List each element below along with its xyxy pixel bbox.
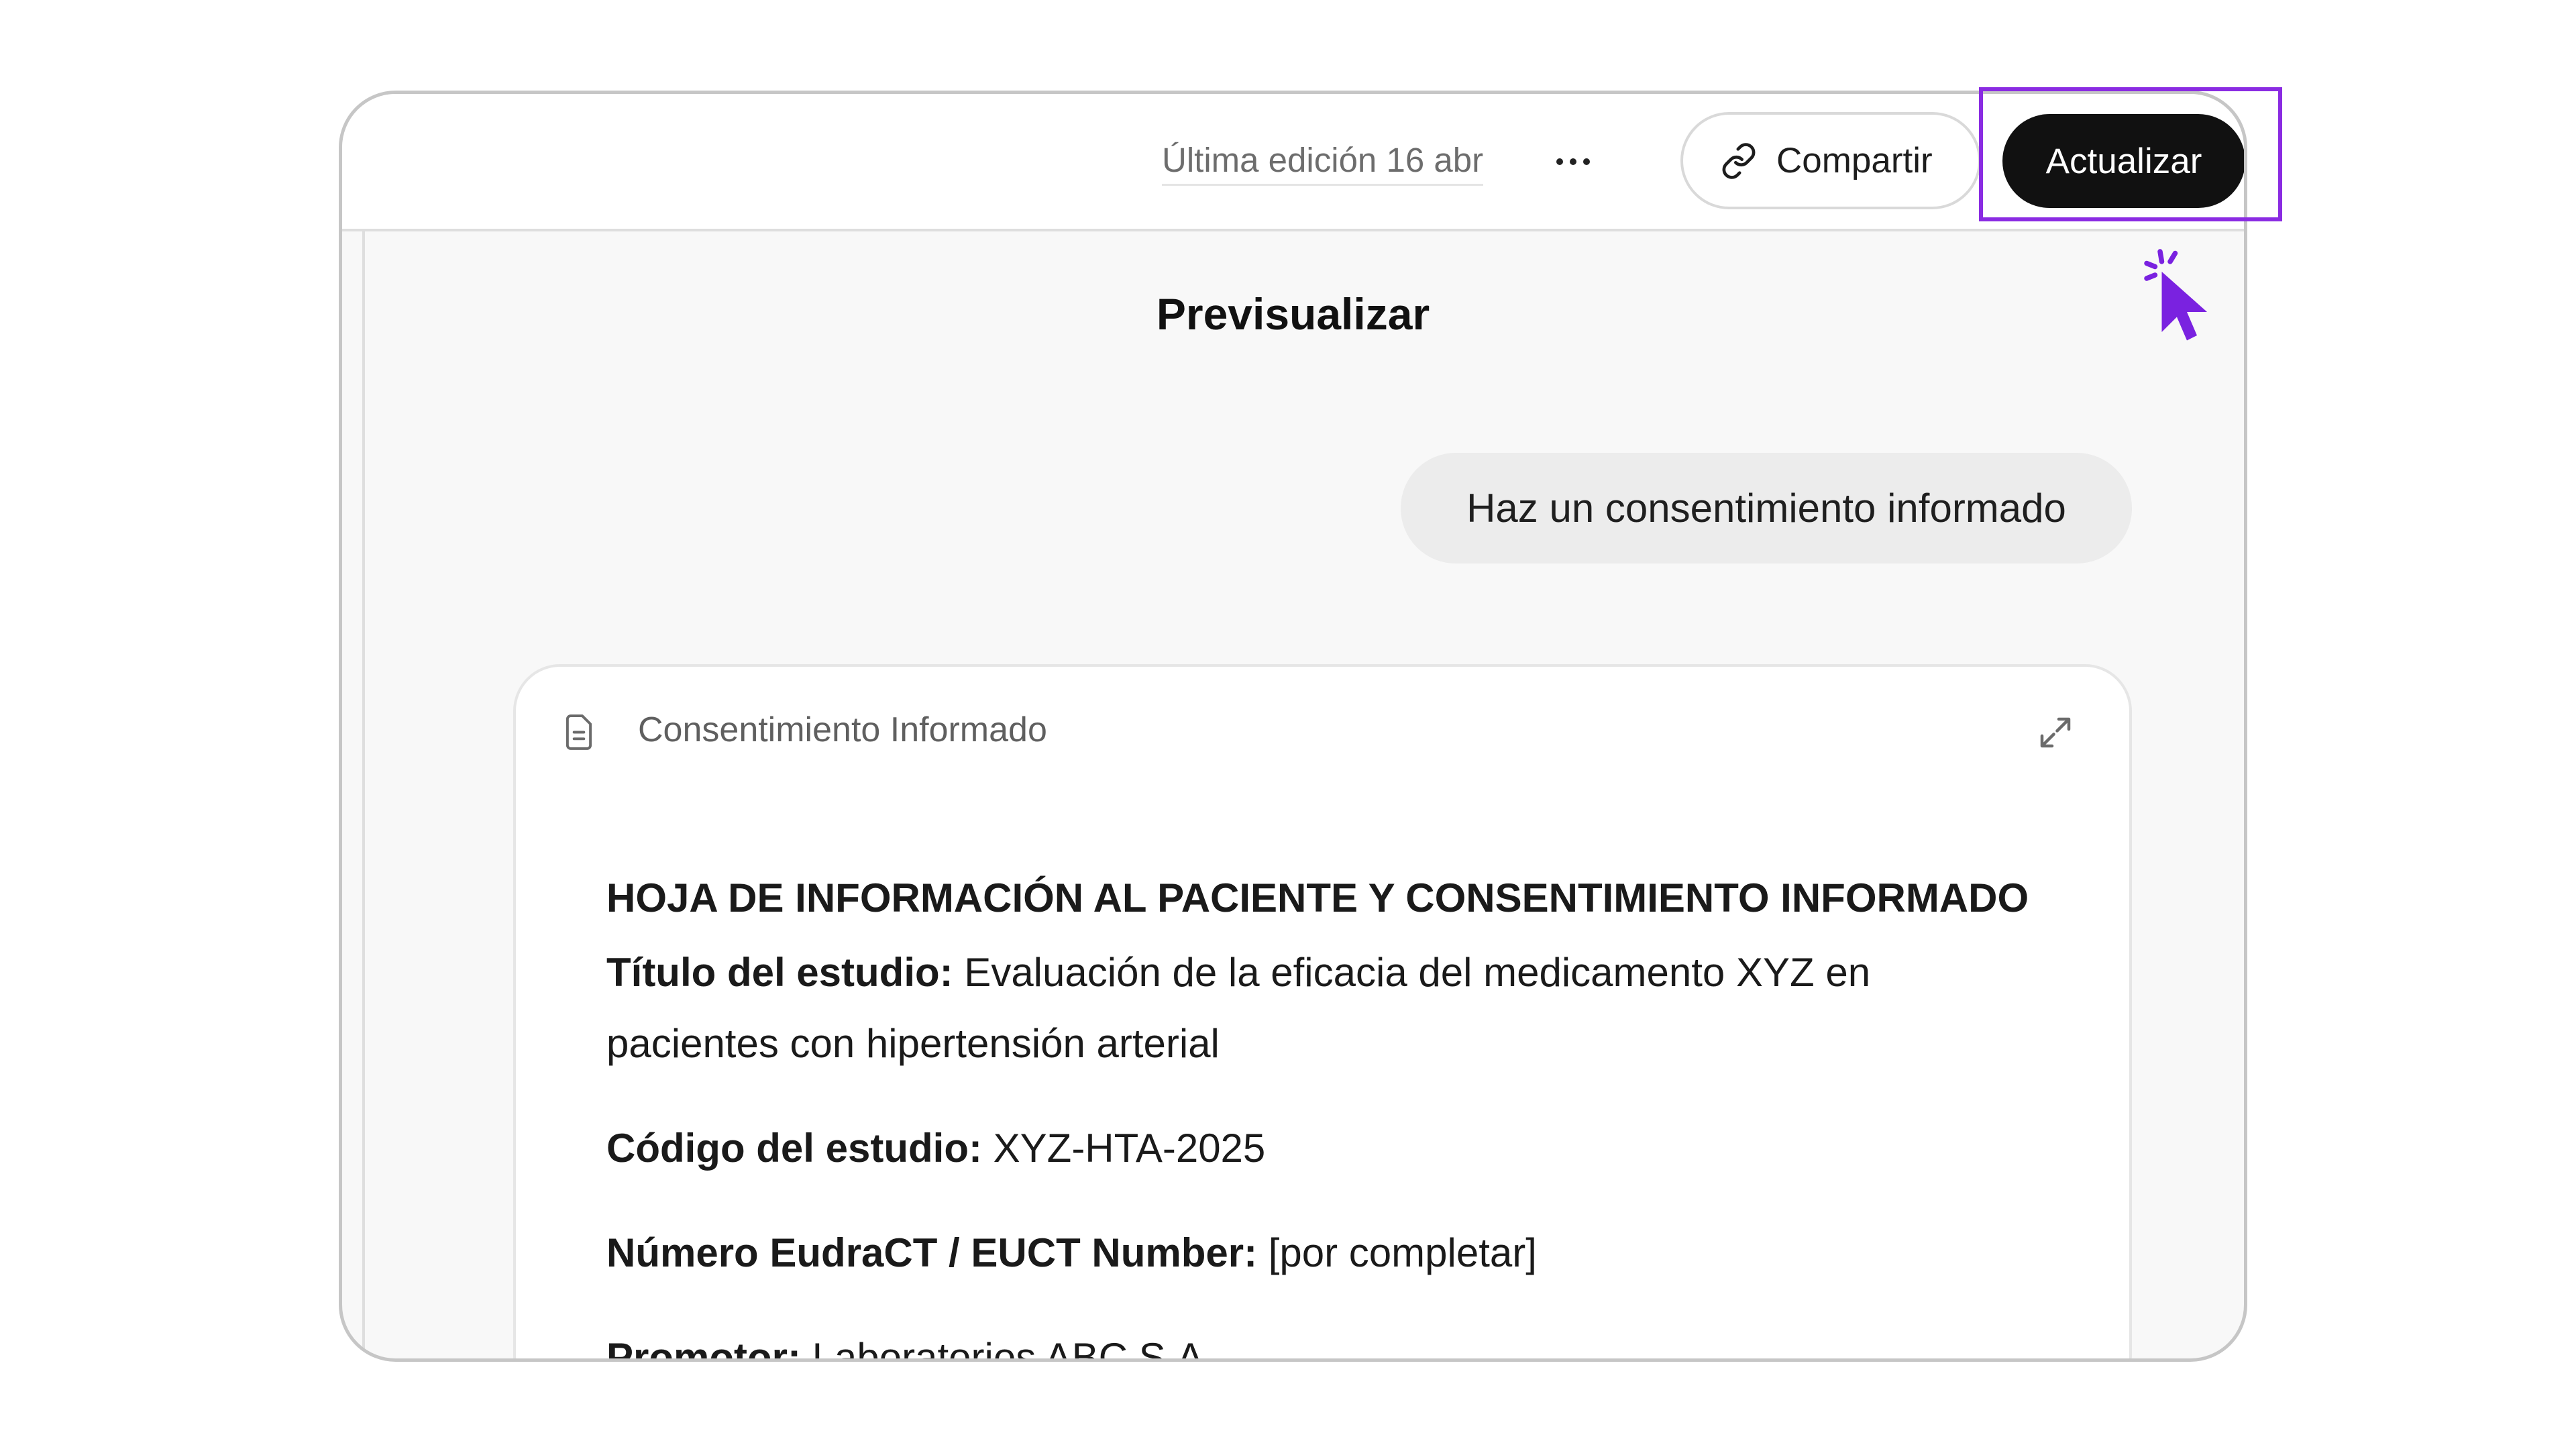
click-cursor-icon [2144,249,2207,341]
field-label: Título del estudio: [606,950,953,995]
document-field: Promotor: Laboratorios ABC S.A. [606,1322,2049,1362]
document-field: Título del estudio: Evaluación de la efi… [606,937,2049,1079]
field-label: Número EudraCT / EUCT Number: [606,1230,1258,1275]
document-card[interactable]: Consentimiento Informado HOJA DE INFORMA… [513,664,2132,1362]
left-divider [362,231,365,1358]
document-icon [566,714,592,750]
share-button[interactable]: Compartir [1680,112,1981,209]
document-card-title: Consentimiento Informado [638,710,1047,749]
more-options-button[interactable] [1536,138,1610,185]
user-message-bubble: Haz un consentimiento informado [1401,453,2132,564]
field-value: [por completar] [1268,1230,1537,1275]
more-horizontal-icon [1556,158,1563,165]
highlight-box [1979,87,2282,221]
link-icon [1722,142,1756,179]
app-window: Última edición 16 abr Compartir Actualiz… [339,91,2247,1362]
document-heading: HOJA DE INFORMACIÓN AL PACIENTE Y CONSEN… [606,875,2029,920]
field-value: XYZ-HTA-2025 [993,1126,1266,1171]
document-body: HOJA DE INFORMACIÓN AL PACIENTE Y CONSEN… [606,875,2049,1362]
document-field: Código del estudio: XYZ-HTA-2025 [606,1113,2049,1184]
document-field: Número EudraCT / EUCT Number: [por compl… [606,1218,2049,1289]
field-value: Laboratorios ABC S.A. [812,1335,1215,1362]
field-label: Código del estudio: [606,1126,982,1171]
top-bar: Última edición 16 abr Compartir Actualiz… [342,94,2244,231]
field-label: Promotor: [606,1335,801,1362]
share-button-label: Compartir [1776,141,1933,180]
preview-title: Previsualizar [1156,289,1430,339]
expand-icon[interactable] [2035,712,2076,753]
last-edited-label[interactable]: Última edición 16 abr [1162,140,1484,186]
